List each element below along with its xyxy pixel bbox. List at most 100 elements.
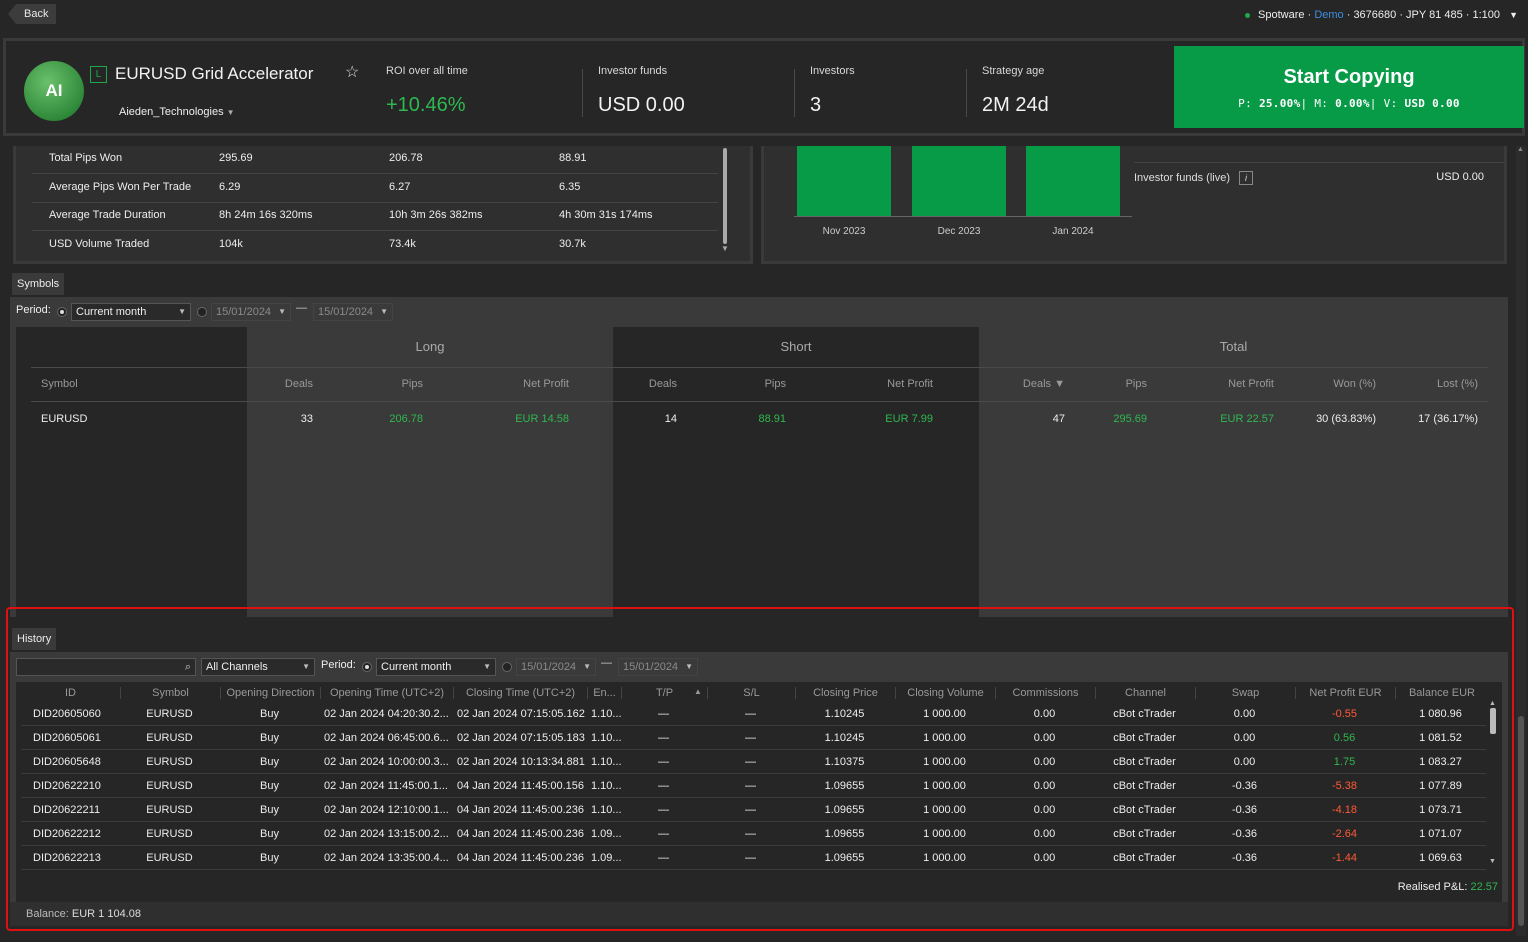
investors-label: Investors [810, 65, 855, 77]
chevron-down-icon: ▼ [1509, 10, 1518, 20]
strategy-age-label: Strategy age [982, 65, 1045, 77]
scroll-up-icon[interactable]: ▲ [1517, 146, 1524, 153]
scroll-down-icon[interactable]: ▼ [721, 244, 729, 253]
chevron-down-icon: ▼ [380, 307, 388, 316]
chevron-down-icon: ▼ [178, 307, 186, 316]
stat-cell-total: 295.69 [219, 152, 253, 164]
period-custom-radio[interactable] [197, 307, 207, 317]
column-header[interactable]: Won (%) [1333, 378, 1376, 390]
stat-cell-label: USD Volume Traded [49, 237, 150, 250]
group-long: Long [415, 339, 445, 354]
m-value: 0.00% [1335, 97, 1370, 110]
divider [966, 69, 967, 117]
stat-cell-long: 10h 3m 26s 382ms [389, 209, 483, 221]
p-value: 25.00% [1258, 97, 1301, 110]
symbol-cell: 14 [664, 413, 677, 425]
symbol-cell: 47 [1052, 413, 1065, 425]
status-dot-icon [1245, 12, 1251, 18]
symbol-cell: EUR 22.57 [1220, 413, 1274, 425]
period-label: Period: [16, 304, 51, 316]
roi-label: ROI over all time [386, 65, 468, 77]
symbol-cell: 206.78 [389, 413, 423, 425]
symbol-cell: EUR 7.99 [885, 413, 933, 425]
start-copying-button[interactable]: Start Copying P: 25.00%| M: 0.00%| V: US… [1174, 46, 1524, 128]
divider [794, 69, 795, 117]
symbol-cell: EURUSD [41, 413, 88, 425]
symbol-cell: 33 [300, 413, 313, 425]
funds-live-label: Investor funds (live) i [1134, 171, 1254, 185]
funds-live-text: Investor funds (live) [1134, 172, 1230, 184]
symbol-cell: 88.91 [758, 413, 786, 425]
account-info[interactable]: Spotware · Demo · 3676680 · JPY 81 485 ·… [1245, 9, 1518, 21]
divider [31, 401, 1488, 402]
chart-panel: Nov 2023 Dec 2023 Jan 2024 Investor funds … [761, 146, 1507, 264]
column-header[interactable]: Net Profit [523, 378, 569, 390]
column-header[interactable]: Lost (%) [1437, 378, 1478, 390]
tab-symbols[interactable]: Symbols [12, 273, 65, 295]
date-from-select[interactable]: 15/01/2024 ▼ [211, 303, 291, 321]
stat-cell-short: 30.7k [559, 237, 586, 250]
stat-cell-short: 88.91 [559, 152, 587, 164]
roi-value: +10.46% [386, 94, 466, 116]
symbol-cell: 30 (63.83%) [1316, 413, 1376, 425]
broker-name: Spotware [1258, 9, 1305, 21]
stat-cell-long: 206.78 [389, 152, 423, 164]
investors-value: 3 [810, 94, 822, 116]
divider [582, 69, 583, 117]
x-tick-label: Nov 2023 [823, 226, 866, 237]
strategy-name: EURUSD Grid Accelerator [115, 64, 314, 83]
group-short: Short [780, 339, 812, 354]
total-column-bg [979, 327, 1502, 617]
period-preset-radio[interactable] [57, 307, 67, 317]
column-header[interactable]: Pips [402, 378, 423, 390]
copy-params: P: 25.00%| M: 0.00%| V: USD 0.00 [1238, 97, 1460, 110]
group-total: Total [1219, 339, 1248, 354]
column-header[interactable]: Pips [765, 378, 786, 390]
owner-dropdown[interactable]: Aieden_Technologies ▼ [119, 106, 235, 118]
scrollbar[interactable] [723, 148, 727, 244]
column-header[interactable]: Deals [285, 378, 313, 390]
table-row: Total Pips Won 295.69 206.78 88.91 [32, 146, 718, 174]
period-select[interactable]: Current month ▼ [71, 303, 191, 321]
monthly-bar-chart: Nov 2023 Dec 2023 Jan 2024 [794, 146, 1132, 237]
symbol-cell: 17 (36.17%) [1418, 413, 1478, 425]
column-header[interactable]: Deals ▼ [1023, 378, 1065, 390]
stat-cell-short: 4h 30m 31s 174ms [559, 209, 653, 221]
m-label: M: [1314, 97, 1329, 110]
strategy-header: AI L EURUSD Grid Accelerator ☆ Aieden_Te… [3, 38, 1525, 136]
period-value: Current month [76, 306, 147, 318]
strategy-type-badge: L [90, 66, 107, 83]
back-button[interactable]: Back [8, 4, 57, 24]
divider [31, 367, 1488, 368]
table-row: USD Volume Traded 104k 73.4k 30.7k [32, 232, 718, 260]
stat-cell-label: Average Trade Duration [49, 209, 166, 221]
column-header[interactable]: Deals [649, 378, 677, 390]
symbols-table: Long Short Total Symbol Deals Pips Net Prof… [16, 327, 1502, 617]
p-label: P: [1238, 97, 1253, 110]
favorite-star-icon[interactable]: ☆ [345, 62, 359, 82]
symbol-cell: 295.69 [1113, 413, 1147, 425]
funds-live-value: USD 0.00 [1436, 171, 1484, 183]
column-header[interactable]: Pips [1126, 378, 1147, 390]
column-header[interactable]: Net Profit [887, 378, 933, 390]
page-scroll-thumb[interactable] [1518, 716, 1524, 926]
chart-bar [797, 146, 891, 216]
account-details: · 3676680 · JPY 81 485 · 1:100 [1346, 9, 1501, 21]
chart-bar [1026, 146, 1120, 216]
v-value: USD 0.00 [1404, 97, 1460, 110]
stat-cell-total: 6.29 [219, 180, 241, 193]
date-to-select[interactable]: 15/01/2024 ▼ [313, 303, 393, 321]
strategy-age-value: 2M 24d [982, 94, 1049, 116]
column-header[interactable]: Symbol [41, 378, 78, 390]
stats-table-panel: Total Pips Won 295.69 206.78 88.91 Average P… [13, 146, 753, 264]
date-dash: — [296, 302, 307, 314]
date-from: 15/01/2024 [216, 306, 272, 318]
page-scrollbar[interactable]: ▲ [1516, 146, 1526, 936]
long-column-bg [247, 327, 613, 617]
info-icon[interactable]: i [1239, 171, 1254, 185]
stat-cell-total: 104k [219, 237, 243, 250]
owner-name: Aieden_Technologies [119, 106, 224, 118]
stat-cell-label: Average Pips Won Per Trade [49, 180, 192, 193]
stat-cell-short: 6.35 [559, 180, 581, 193]
column-header[interactable]: Net Profit [1228, 378, 1274, 390]
